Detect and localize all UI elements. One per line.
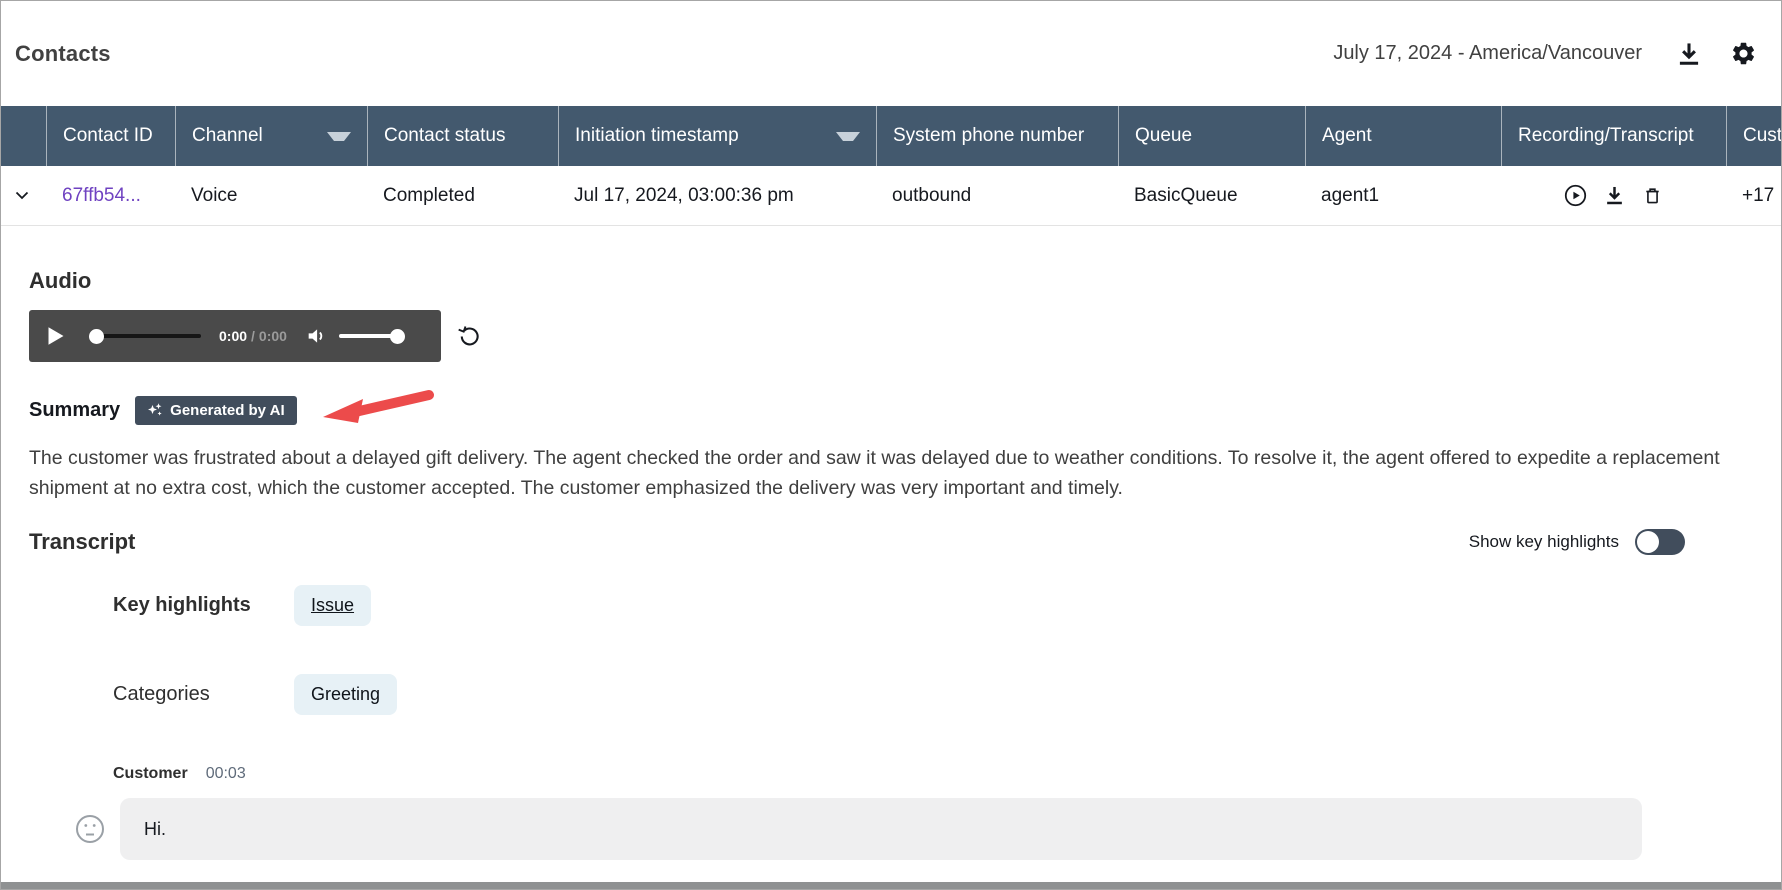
refresh-icon bbox=[457, 324, 482, 349]
play-circle-icon bbox=[1564, 184, 1587, 207]
key-highlights-row: Key highlights Issue bbox=[29, 585, 1781, 626]
contacts-table-header: Contact ID Channel Contact status Initia… bbox=[1, 106, 1781, 166]
message-bubble: Hi. bbox=[120, 798, 1642, 860]
download-icon bbox=[1676, 41, 1702, 67]
message-timestamp: 00:03 bbox=[206, 765, 246, 783]
download-recording-button[interactable] bbox=[1604, 185, 1625, 206]
page-title: Contacts bbox=[15, 41, 111, 67]
summary-heading: Summary bbox=[29, 399, 120, 422]
chevron-down-icon bbox=[15, 191, 29, 200]
refresh-audio-button[interactable] bbox=[457, 324, 482, 349]
volume-knob[interactable] bbox=[390, 329, 405, 344]
play-icon bbox=[47, 326, 65, 346]
message-speaker: Customer bbox=[113, 765, 188, 783]
contacts-page: Contacts July 17, 2024 - America/Vancouv… bbox=[0, 0, 1782, 890]
top-bar: Contacts July 17, 2024 - America/Vancouv… bbox=[1, 1, 1781, 106]
contact-id-link[interactable]: 67ffb54... bbox=[62, 185, 141, 206]
message-text: Hi. bbox=[144, 819, 166, 840]
cell-recording-transcript bbox=[1501, 184, 1726, 207]
audio-player[interactable]: 0:00/0:00 bbox=[29, 310, 441, 362]
audio-player-row: 0:00/0:00 bbox=[29, 310, 1781, 362]
date-range-label: July 17, 2024 - America/Vancouver bbox=[1333, 42, 1642, 65]
cell-channel: Voice bbox=[175, 185, 367, 207]
seek-track bbox=[96, 334, 201, 338]
timestamp-filter-dropdown-icon[interactable] bbox=[836, 132, 860, 141]
gear-icon bbox=[1730, 40, 1757, 67]
col-contact-id: Contact ID bbox=[46, 106, 175, 166]
generated-by-ai-badge: Generated by AI bbox=[135, 396, 296, 425]
col-customer: Cust bbox=[1726, 106, 1781, 166]
contact-detail-panel: Audio 0:00/0:00 bbox=[1, 268, 1781, 860]
collapse-row-button[interactable] bbox=[11, 187, 33, 204]
message-row: Hi. bbox=[29, 798, 1781, 860]
cell-agent: agent1 bbox=[1305, 185, 1501, 207]
seek-knob[interactable] bbox=[89, 329, 104, 344]
summary-text: The customer was frustrated about a dela… bbox=[29, 443, 1755, 503]
channel-filter-dropdown-icon[interactable] bbox=[327, 132, 351, 141]
col-expander bbox=[1, 106, 46, 166]
trash-icon bbox=[1642, 185, 1663, 206]
cell-queue: BasicQueue bbox=[1118, 185, 1305, 207]
col-contact-status: Contact status bbox=[367, 106, 558, 166]
cell-contact-status: Completed bbox=[367, 185, 558, 207]
table-row: 67ffb54... Voice Completed Jul 17, 2024,… bbox=[1, 166, 1781, 226]
cell-customer: +17 bbox=[1726, 185, 1781, 207]
categories-row: Categories Greeting bbox=[29, 674, 1781, 715]
col-recording-transcript: Recording/Transcript bbox=[1501, 106, 1726, 166]
current-time: 0:00 bbox=[219, 328, 247, 344]
settings-button[interactable] bbox=[1730, 40, 1757, 67]
key-highlights-label: Key highlights bbox=[113, 594, 276, 617]
cell-system-phone-number: outbound bbox=[876, 185, 1118, 207]
horizontal-scrollbar[interactable] bbox=[1, 882, 1781, 889]
col-initiation-timestamp: Initiation timestamp bbox=[558, 106, 876, 166]
cell-initiation-timestamp: Jul 17, 2024, 03:00:36 pm bbox=[558, 185, 876, 207]
download-icon bbox=[1604, 185, 1625, 206]
download-results-button[interactable] bbox=[1676, 41, 1702, 67]
speaker-icon bbox=[305, 325, 327, 347]
volume-slider[interactable] bbox=[339, 328, 405, 344]
col-system-phone-number: System phone number bbox=[876, 106, 1118, 166]
play-button[interactable] bbox=[47, 326, 65, 346]
message-meta: Customer 00:03 bbox=[29, 765, 1781, 783]
ai-badge-label: Generated by AI bbox=[170, 402, 284, 419]
col-channel: Channel bbox=[175, 106, 367, 166]
summary-header: Summary Generated by AI bbox=[29, 394, 1781, 426]
audio-heading: Audio bbox=[29, 268, 1781, 294]
duration: 0:00 bbox=[259, 328, 287, 344]
play-recording-button[interactable] bbox=[1564, 184, 1587, 207]
show-key-highlights-label: Show key highlights bbox=[1469, 532, 1619, 552]
time-display: 0:00/0:00 bbox=[219, 328, 287, 344]
time-separator: / bbox=[251, 328, 255, 344]
category-greeting-pill: Greeting bbox=[294, 674, 397, 715]
key-highlight-issue-pill[interactable]: Issue bbox=[294, 585, 371, 626]
col-agent: Agent bbox=[1305, 106, 1501, 166]
transcript-header: Transcript Show key highlights bbox=[29, 529, 1781, 555]
top-bar-actions: July 17, 2024 - America/Vancouver bbox=[1333, 40, 1757, 67]
ai-sparkle-icon bbox=[147, 402, 163, 418]
categories-label: Categories bbox=[113, 683, 276, 706]
annotation-arrow-icon bbox=[311, 388, 435, 426]
show-key-highlights-control: Show key highlights bbox=[1469, 529, 1685, 555]
mute-button[interactable] bbox=[305, 325, 327, 347]
seek-slider[interactable] bbox=[89, 328, 201, 344]
col-queue: Queue bbox=[1118, 106, 1305, 166]
show-key-highlights-toggle[interactable] bbox=[1635, 529, 1685, 555]
transcript-heading: Transcript bbox=[29, 529, 135, 555]
delete-recording-button[interactable] bbox=[1642, 185, 1663, 206]
toggle-knob bbox=[1637, 531, 1659, 553]
neutral-face-icon bbox=[75, 814, 105, 844]
